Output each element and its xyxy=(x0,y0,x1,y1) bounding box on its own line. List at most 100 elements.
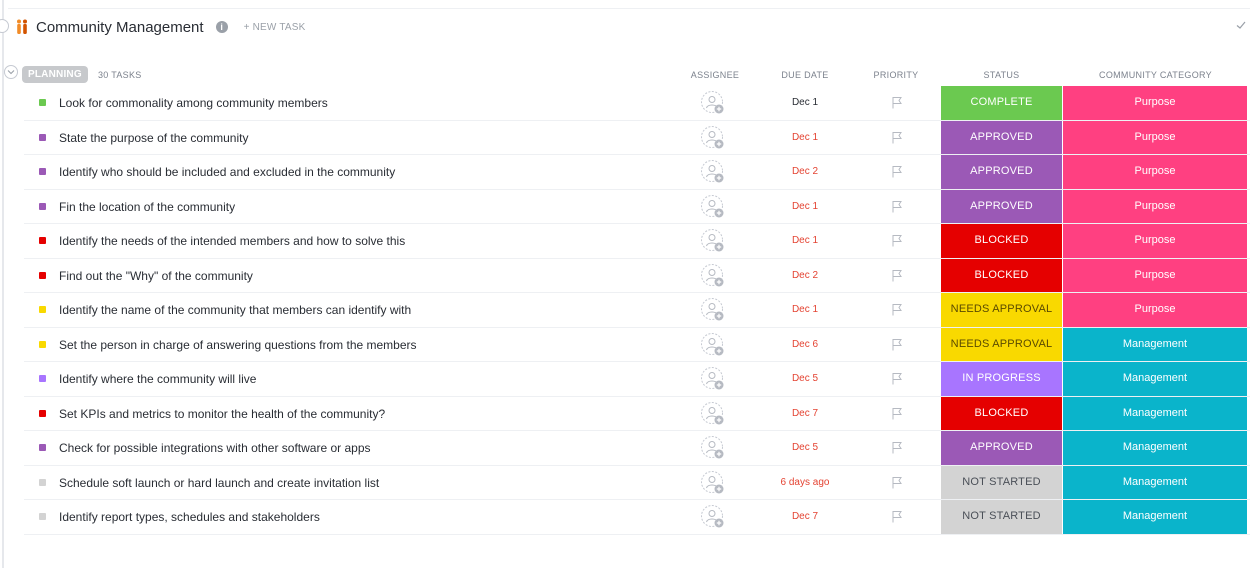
task-name[interactable]: Identify the needs of the intended membe… xyxy=(59,234,405,248)
task-row[interactable]: Identify where the community will live D… xyxy=(24,362,1250,397)
due-date[interactable]: Dec 2 xyxy=(760,270,850,281)
due-date[interactable]: Dec 2 xyxy=(760,166,850,177)
status-cell[interactable]: APPROVED xyxy=(941,120,1062,154)
due-date[interactable]: Dec 7 xyxy=(760,408,850,419)
group-status-pill[interactable]: PLANNING xyxy=(22,66,88,83)
add-assignee-icon[interactable] xyxy=(701,505,725,529)
status-dot[interactable] xyxy=(39,513,46,520)
priority-flag-icon[interactable] xyxy=(891,476,903,489)
column-header-priority[interactable]: PRIORITY xyxy=(850,70,942,80)
status-cell[interactable]: IN PROGRESS xyxy=(941,362,1062,396)
info-icon[interactable]: i xyxy=(215,21,228,33)
task-name[interactable]: State the purpose of the community xyxy=(59,131,248,145)
group-collapse-toggle[interactable] xyxy=(4,65,18,79)
add-assignee-icon[interactable] xyxy=(701,401,725,426)
task-row[interactable]: Identify the name of the community that … xyxy=(24,293,1250,328)
priority-flag-icon[interactable] xyxy=(891,234,903,247)
due-date[interactable]: Dec 1 xyxy=(760,132,850,143)
task-name[interactable]: Schedule soft launch or hard launch and … xyxy=(59,476,379,490)
status-dot[interactable] xyxy=(39,99,46,106)
add-assignee-icon[interactable] xyxy=(701,332,725,357)
task-name[interactable]: Identify the name of the community that … xyxy=(59,303,411,317)
due-date[interactable]: Dec 1 xyxy=(760,97,850,108)
task-name[interactable]: Identify where the community will live xyxy=(59,372,256,386)
community-category-cell[interactable]: Purpose xyxy=(1063,86,1247,120)
priority-flag-icon[interactable] xyxy=(891,269,903,282)
status-cell[interactable]: NEEDS APPROVAL xyxy=(941,327,1062,361)
status-cell[interactable]: NOT STARTED xyxy=(941,465,1062,499)
community-category-cell[interactable]: Management xyxy=(1063,431,1247,465)
status-dot[interactable] xyxy=(39,478,46,486)
task-name[interactable]: Set the person in charge of answering qu… xyxy=(59,338,417,352)
task-row[interactable]: Fin the location of the community Dec 1 … xyxy=(24,189,1250,224)
status-cell[interactable]: BLOCKED xyxy=(941,224,1062,258)
task-name[interactable]: Check for possible integrations with oth… xyxy=(59,441,371,455)
status-cell[interactable]: APPROVED xyxy=(941,155,1062,189)
task-row[interactable]: State the purpose of the community Dec 1… xyxy=(24,120,1250,155)
due-date[interactable]: Dec 5 xyxy=(760,442,850,453)
add-assignee-icon[interactable] xyxy=(701,229,725,253)
status-dot[interactable] xyxy=(39,306,46,313)
add-assignee-icon[interactable] xyxy=(701,436,725,460)
add-assignee-icon[interactable] xyxy=(701,263,725,288)
status-cell[interactable]: BLOCKED xyxy=(941,396,1062,430)
due-date[interactable]: Dec 1 xyxy=(760,304,850,315)
due-date[interactable]: 6 days ago xyxy=(760,477,850,488)
add-assignee-icon[interactable] xyxy=(701,470,725,495)
community-category-cell[interactable]: Management xyxy=(1063,396,1247,430)
status-dot[interactable] xyxy=(39,271,46,279)
status-cell[interactable]: NEEDS APPROVAL xyxy=(941,293,1062,327)
add-assignee-icon[interactable] xyxy=(701,298,725,322)
list-collapse-toggle[interactable] xyxy=(0,19,9,33)
due-date[interactable]: Dec 5 xyxy=(760,373,850,384)
priority-flag-icon[interactable] xyxy=(891,96,903,109)
status-dot[interactable] xyxy=(39,133,46,141)
priority-flag-icon[interactable] xyxy=(891,338,903,351)
task-row[interactable]: Identify who should be included and excl… xyxy=(24,155,1250,190)
due-date[interactable]: Dec 7 xyxy=(760,511,850,522)
column-header-community-category[interactable]: COMMUNITY CATEGORY xyxy=(1063,70,1248,80)
task-name[interactable]: Identify report types, schedules and sta… xyxy=(59,510,320,524)
task-name[interactable]: Find out the "Why" of the community xyxy=(59,269,253,283)
community-category-cell[interactable]: Management xyxy=(1063,362,1247,396)
status-dot[interactable] xyxy=(39,340,46,348)
priority-flag-icon[interactable] xyxy=(891,510,903,523)
task-row[interactable]: Identify report types, schedules and sta… xyxy=(24,500,1250,535)
priority-flag-icon[interactable] xyxy=(891,441,903,454)
check-icon[interactable] xyxy=(1236,20,1246,30)
status-dot[interactable] xyxy=(39,202,46,210)
status-dot[interactable] xyxy=(39,168,46,175)
task-row[interactable]: Find out the "Why" of the community Dec … xyxy=(24,258,1250,293)
community-category-cell[interactable]: Management xyxy=(1063,500,1247,534)
community-category-cell[interactable]: Purpose xyxy=(1063,258,1247,292)
status-cell[interactable]: APPROVED xyxy=(941,189,1062,223)
due-date[interactable]: Dec 6 xyxy=(760,339,850,350)
add-assignee-icon[interactable] xyxy=(701,160,725,184)
priority-flag-icon[interactable] xyxy=(891,165,903,178)
status-cell[interactable]: APPROVED xyxy=(941,431,1062,465)
add-assignee-icon[interactable] xyxy=(701,125,725,150)
status-cell[interactable]: COMPLETE xyxy=(941,86,1062,120)
add-assignee-icon[interactable] xyxy=(701,91,725,115)
task-row[interactable]: Set the person in charge of answering qu… xyxy=(24,327,1250,362)
community-category-cell[interactable]: Purpose xyxy=(1063,293,1247,327)
status-dot[interactable] xyxy=(39,237,46,244)
community-category-cell[interactable]: Purpose xyxy=(1063,189,1247,223)
column-header-due-date[interactable]: DUE DATE xyxy=(760,70,850,80)
community-category-cell[interactable]: Purpose xyxy=(1063,155,1247,189)
status-dot[interactable] xyxy=(39,409,46,417)
task-row[interactable]: Check for possible integrations with oth… xyxy=(24,431,1250,466)
status-cell[interactable]: BLOCKED xyxy=(941,258,1062,292)
task-row[interactable]: Identify the needs of the intended membe… xyxy=(24,224,1250,259)
column-header-status[interactable]: STATUS xyxy=(941,70,1062,80)
task-name[interactable]: Look for commonality among community mem… xyxy=(59,96,328,110)
priority-flag-icon[interactable] xyxy=(891,131,903,144)
due-date[interactable]: Dec 1 xyxy=(760,235,850,246)
community-category-cell[interactable]: Management xyxy=(1063,465,1247,499)
task-row[interactable]: Schedule soft launch or hard launch and … xyxy=(24,465,1250,500)
community-category-cell[interactable]: Purpose xyxy=(1063,224,1247,258)
task-row[interactable]: Look for commonality among community mem… xyxy=(24,86,1250,121)
add-assignee-icon[interactable] xyxy=(701,367,725,391)
task-name[interactable]: Set KPIs and metrics to monitor the heal… xyxy=(59,407,385,421)
priority-flag-icon[interactable] xyxy=(891,200,903,213)
